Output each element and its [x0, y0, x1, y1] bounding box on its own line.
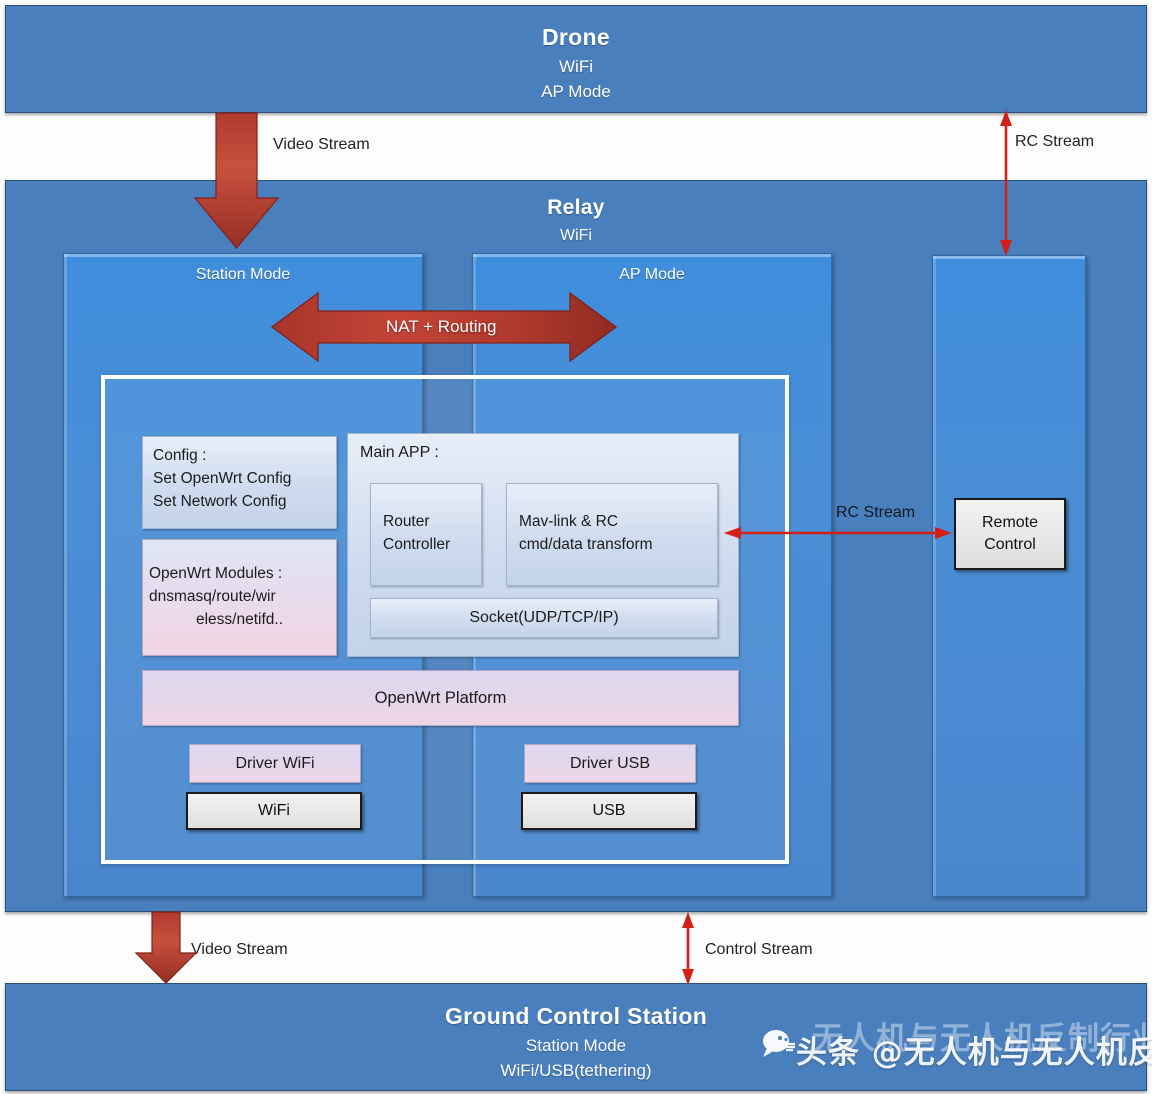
- openwrt-platform-label: OpenWrt Platform: [374, 688, 507, 707]
- drone-box: Drone WiFi AP Mode: [5, 5, 1147, 113]
- toutiao-bird-icon: [760, 1026, 798, 1068]
- socket-box: Socket(UDP/TCP/IP): [370, 598, 718, 638]
- mavlink-rc-box: Mav-link & RC cmd/data transform: [506, 483, 718, 586]
- modules-line-2: dnsmasq/route/wir: [149, 588, 276, 606]
- rc-stream-inner-label: RC Stream: [836, 504, 916, 521]
- remote-control-line-1: Remote: [981, 514, 1039, 532]
- remote-control-line-2: Control: [984, 536, 1036, 553]
- hardware-usb-box: USB: [521, 792, 697, 830]
- modules-line-1: OpenWrt Modules :: [149, 565, 283, 583]
- remote-control-box: Remote Control: [954, 498, 1066, 570]
- architecture-diagram: Drone WiFi AP Mode Video Stream RC Strea…: [0, 0, 1152, 1094]
- relay-title: Relay: [547, 196, 605, 219]
- driver-usb-label: Driver USB: [569, 754, 650, 772]
- station-mode-label: Station Mode: [195, 266, 291, 283]
- openwrt-platform-box: OpenWrt Platform: [142, 670, 739, 726]
- mavlink-line-1: Mav-link & RC: [519, 513, 619, 530]
- nat-routing-label: NAT + Routing: [386, 317, 497, 336]
- control-stream-bottom-label: Control Stream: [705, 941, 813, 958]
- driver-wifi-label: Driver WiFi: [235, 754, 315, 772]
- config-line-1: Config :: [153, 447, 207, 464]
- drone-line2: AP Mode: [541, 82, 611, 101]
- hardware-wifi-box: WiFi: [186, 792, 362, 830]
- router-controller-line-1: Router: [383, 513, 430, 530]
- ap-mode-label: AP Mode: [619, 266, 685, 283]
- driver-usb-box: Driver USB: [524, 744, 696, 783]
- watermark-foreground-text: 头条 @无人机与无人机反制: [796, 1035, 1152, 1071]
- video-stream-top-label: Video Stream: [273, 136, 370, 153]
- mavlink-line-2: cmd/data transform: [519, 536, 653, 554]
- openwrt-modules-box: OpenWrt Modules : dnsmasq/route/wir eles…: [142, 539, 337, 656]
- hardware-wifi-label: WiFi: [258, 802, 290, 819]
- video-stream-bottom-arrow: [134, 911, 198, 984]
- config-line-3: Set Network Config: [153, 492, 287, 510]
- video-stream-bottom-label: Video Stream: [191, 941, 288, 958]
- config-line-2: Set OpenWrt Config: [153, 469, 292, 487]
- control-stream-bottom-arrow: [682, 912, 694, 985]
- main-app-header: Main APP :: [360, 444, 439, 461]
- drone-line1: WiFi: [559, 57, 593, 76]
- rc-stream-top-label: RC Stream: [1015, 133, 1095, 150]
- router-controller-line-2: Controller: [383, 536, 451, 554]
- modules-line-3: eless/netifd..: [195, 610, 284, 628]
- router-controller-box: Router Controller: [370, 483, 482, 586]
- config-box: Config : Set OpenWrt Config Set Network …: [142, 436, 337, 529]
- relay-subtitle: WiFi: [560, 227, 592, 244]
- driver-wifi-box: Driver WiFi: [189, 744, 361, 783]
- socket-label: Socket(UDP/TCP/IP): [469, 609, 619, 626]
- rc-side-panel: [932, 255, 1086, 897]
- hardware-usb-label: USB: [592, 802, 626, 819]
- drone-title: Drone: [542, 24, 610, 50]
